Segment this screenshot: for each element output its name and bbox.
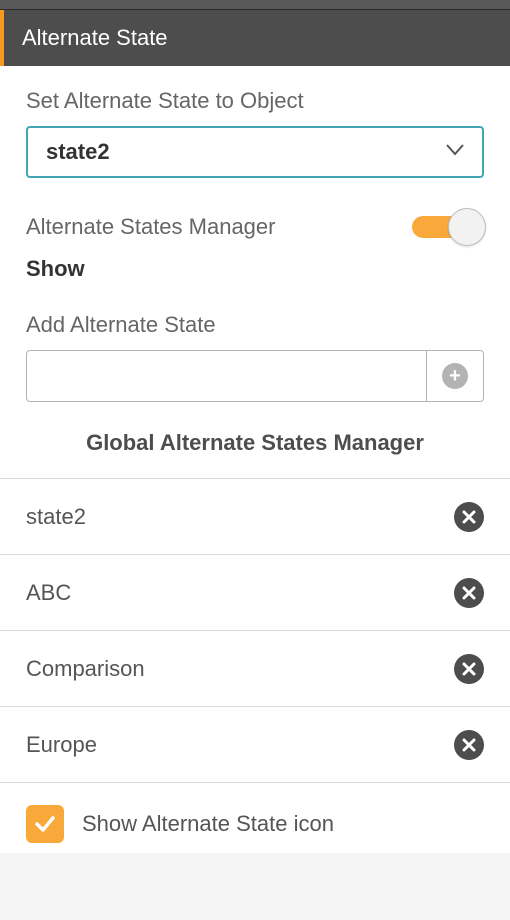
states-manager-label: Alternate States Manager [26, 214, 275, 240]
state-name: Comparison [26, 656, 145, 682]
add-state-button[interactable]: + [426, 350, 484, 402]
state-name: state2 [26, 504, 86, 530]
state-row: Comparison [0, 631, 510, 707]
delete-state-icon[interactable] [454, 654, 484, 684]
states-list: state2 ABC Comparison Europe [0, 478, 510, 783]
panel-header[interactable]: Alternate State [0, 10, 510, 66]
state-name: ABC [26, 580, 71, 606]
states-manager-show-label: Show [26, 256, 484, 282]
global-states-header: Global Alternate States Manager [26, 402, 484, 478]
toggle-knob [448, 208, 486, 246]
set-state-label: Set Alternate State to Object [26, 88, 484, 114]
check-icon [33, 812, 57, 836]
state-row: ABC [0, 555, 510, 631]
delete-state-icon[interactable] [454, 730, 484, 760]
delete-state-icon[interactable] [454, 502, 484, 532]
panel-top-border [0, 0, 510, 10]
state-row: Europe [0, 707, 510, 783]
show-icon-checkbox[interactable] [26, 805, 64, 843]
plus-icon: + [442, 363, 468, 389]
delete-state-icon[interactable] [454, 578, 484, 608]
set-state-dropdown[interactable]: state2 [26, 126, 484, 178]
state-row: state2 [0, 479, 510, 555]
add-state-input[interactable] [26, 350, 426, 402]
panel-title: Alternate State [22, 25, 168, 51]
chevron-down-icon [446, 143, 464, 161]
set-state-value: state2 [46, 139, 110, 165]
states-manager-toggle[interactable] [412, 208, 484, 246]
show-icon-label: Show Alternate State icon [82, 811, 334, 837]
state-name: Europe [26, 732, 97, 758]
add-state-label: Add Alternate State [26, 312, 484, 338]
